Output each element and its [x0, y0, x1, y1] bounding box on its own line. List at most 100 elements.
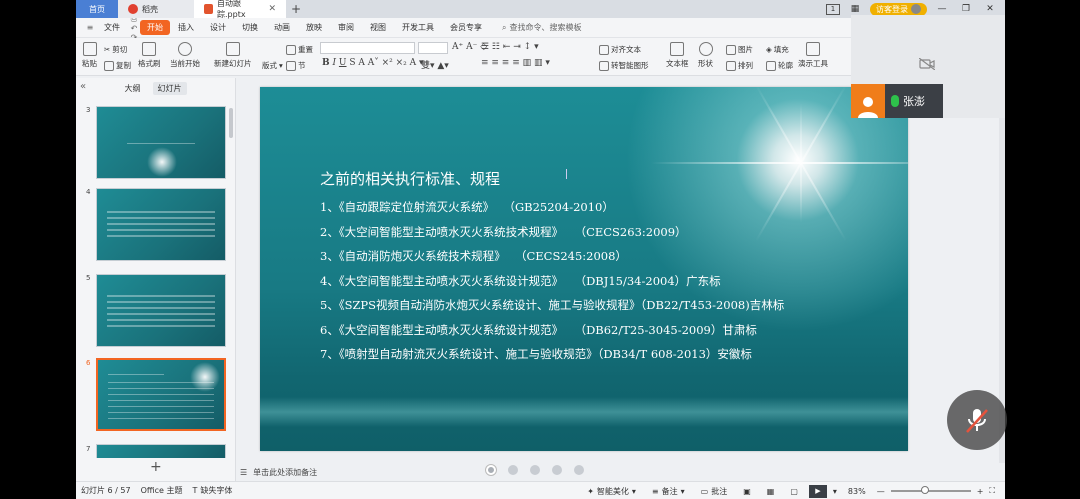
tab-document[interactable]: 自动跟踪.pptx ✕ — [194, 0, 286, 19]
menu-insert[interactable]: 插入 — [170, 22, 202, 33]
notes-button[interactable]: ≡ 备注 ▾ — [647, 486, 690, 497]
menu-design[interactable]: 设计 — [202, 22, 234, 33]
hamburger-icon[interactable]: ≡ — [84, 23, 96, 32]
add-slide-button[interactable]: + — [150, 459, 162, 475]
zoom-knob[interactable] — [920, 486, 929, 494]
restore-icon[interactable]: ❐ — [957, 2, 975, 16]
notes-label: 备注 — [661, 486, 678, 496]
paste-button[interactable]: 粘贴 — [82, 42, 97, 69]
current-slide[interactable]: 之前的相关执行标准、规程 1、《自动跟踪定位射流灭火系统》 （GB25204-2… — [260, 87, 908, 451]
list-buttons[interactable]: ☰ ☷ ⇤ ⇥ ↕ ▾ — [481, 42, 539, 52]
section-dropdown[interactable]: 节 — [286, 60, 306, 71]
slideshow-tools-button[interactable]: 演示工具 — [798, 42, 828, 69]
zoom-in-icon[interactable]: + — [977, 487, 984, 496]
menu-developer[interactable]: 开发工具 — [394, 22, 442, 33]
mic-muted-icon — [966, 409, 988, 433]
fit-window-icon[interactable]: ⛶ — [989, 486, 995, 496]
status-right: ✦ 智能美化 ▾ ≡ 备注 ▾ ▭ 批注 ▣ ▦ ▢ ▶ ▾ 83% — + ⛶ — [582, 482, 995, 499]
smart-beautify-button[interactable]: ✦ 智能美化 ▾ — [582, 486, 641, 497]
menu-transition[interactable]: 切换 — [234, 22, 266, 33]
slide-thumbnail-7[interactable] — [96, 444, 226, 458]
chevron-down-icon: ▾ — [680, 486, 685, 496]
slide-title[interactable]: 之前的相关执行标准、规程 — [320, 168, 500, 189]
arrange-dropdown[interactable]: 排列 — [726, 60, 753, 71]
pager-dot[interactable] — [530, 465, 540, 475]
text-box-button[interactable]: 文本框 — [666, 42, 689, 69]
zoom-level[interactable]: 83% — [843, 487, 871, 496]
minimize-icon[interactable]: — — [933, 2, 951, 16]
close-tab-icon[interactable]: ✕ — [268, 4, 276, 14]
copy-button[interactable]: 复制 — [104, 60, 131, 71]
reading-view-icon[interactable]: ▢ — [785, 487, 803, 496]
pager-dot[interactable] — [486, 465, 496, 475]
play-from-current-button[interactable]: 当前开始 — [170, 42, 200, 69]
chevron-down-icon[interactable]: ▾ — [833, 487, 837, 496]
menu-slideshow[interactable]: 放映 — [298, 22, 330, 33]
arrange-label: 排列 — [738, 61, 753, 70]
play-slideshow-button[interactable]: ▶ — [808, 484, 827, 498]
font-name-select[interactable] — [320, 42, 415, 54]
thumb-line — [108, 418, 214, 419]
cut-button[interactable]: ✂ 剪切 — [104, 44, 127, 55]
slide-thumbnail-3[interactable] — [96, 106, 226, 179]
thumbnail-number: 7 — [86, 445, 91, 453]
command-search[interactable]: ⌕ 查找命令、搜索模板 — [490, 22, 581, 33]
sorter-view-icon[interactable]: ▦ — [762, 487, 780, 496]
align-buttons[interactable]: ≡ ≡ ≡ ≡ ▥ ▥ ▾ — [481, 58, 550, 68]
text-format-buttons[interactable]: B I U S A A˅ ×² ×₂ A ▾ — [322, 58, 424, 68]
menu-animation[interactable]: 动画 — [266, 22, 298, 33]
pager-dot[interactable] — [552, 465, 562, 475]
outline-dropdown[interactable]: 轮廓 — [766, 60, 793, 71]
pager-dot[interactable] — [574, 465, 584, 475]
theme-name: Office 主题 — [140, 486, 183, 495]
light-ray — [651, 162, 908, 164]
window-count-badge[interactable]: 1 — [826, 3, 840, 15]
comment-button[interactable]: ▭ 批注 — [696, 486, 733, 497]
tab-slides[interactable]: 幻灯片 — [152, 81, 187, 95]
thumb-line — [108, 388, 214, 389]
zoom-out-icon[interactable]: — — [877, 487, 885, 496]
thumb-line — [107, 217, 215, 219]
speaker-avatar — [851, 84, 885, 118]
fill-dropdown[interactable]: ◈ 填充 — [766, 44, 789, 55]
guest-login-button[interactable]: 访客登录 — [870, 2, 927, 16]
normal-view-icon[interactable]: ▣ — [738, 487, 756, 496]
slide-thumbnail-5[interactable] — [96, 274, 226, 347]
shape-button[interactable]: 形状 — [698, 42, 713, 69]
notes-bar[interactable]: ☰ 单击此处添加备注 — [236, 463, 1005, 481]
menu-review[interactable]: 审阅 — [330, 22, 362, 33]
slide-thumbnail-4[interactable] — [96, 188, 226, 261]
text-cursor-icon — [566, 169, 572, 179]
active-speaker[interactable]: 张澎 — [851, 84, 943, 118]
mute-microphone-button[interactable] — [947, 390, 1007, 450]
align-text-dropdown[interactable]: 对齐文本 — [599, 44, 641, 55]
picture-dropdown[interactable]: 图片 — [726, 44, 753, 55]
smart-graphic-button[interactable]: 转智能图形 — [599, 60, 649, 71]
thumb-line — [107, 235, 215, 237]
new-slide-button[interactable]: 新建幻灯片 — [214, 42, 252, 69]
missing-font-button[interactable]: T 缺失字体 — [188, 485, 238, 496]
brush-icon — [142, 42, 157, 56]
menu-member[interactable]: 会员专享 — [442, 22, 490, 33]
new-tab-button[interactable]: + — [286, 0, 306, 18]
close-window-icon[interactable]: ✕ — [981, 2, 999, 16]
reset-button[interactable]: 重置 — [286, 44, 313, 55]
menu-home[interactable]: 开始 — [140, 20, 170, 35]
format-painter-button[interactable]: 格式刷 — [138, 42, 161, 69]
standards-list[interactable]: 1、《自动跟踪定位射流灭火系统》 （GB25204-2010） 2、《大空间智能… — [320, 195, 784, 367]
font-size-select[interactable] — [418, 42, 448, 54]
tab-docer[interactable]: 稻壳 — [118, 0, 194, 18]
menu-view[interactable]: 视图 — [362, 22, 394, 33]
fill-label: 填充 — [773, 45, 789, 54]
new-slide-label: 新建幻灯片 — [214, 59, 252, 68]
tab-home[interactable]: 首页 — [76, 0, 118, 18]
zoom-slider[interactable] — [890, 486, 971, 494]
pager-dot[interactable] — [508, 465, 518, 475]
char-spacing-buttons[interactable]: 雙▾ ▲▾ — [421, 58, 449, 71]
tab-outline[interactable]: 大纲 — [125, 83, 141, 94]
collapse-panel-icon[interactable]: « — [80, 81, 86, 92]
slide-thumbnail-6[interactable] — [96, 358, 226, 431]
layout-dropdown[interactable]: 版式 ▾ — [262, 60, 283, 71]
menu-file[interactable]: 文件 — [96, 22, 128, 33]
grid-icon[interactable]: ▦ — [846, 2, 864, 16]
